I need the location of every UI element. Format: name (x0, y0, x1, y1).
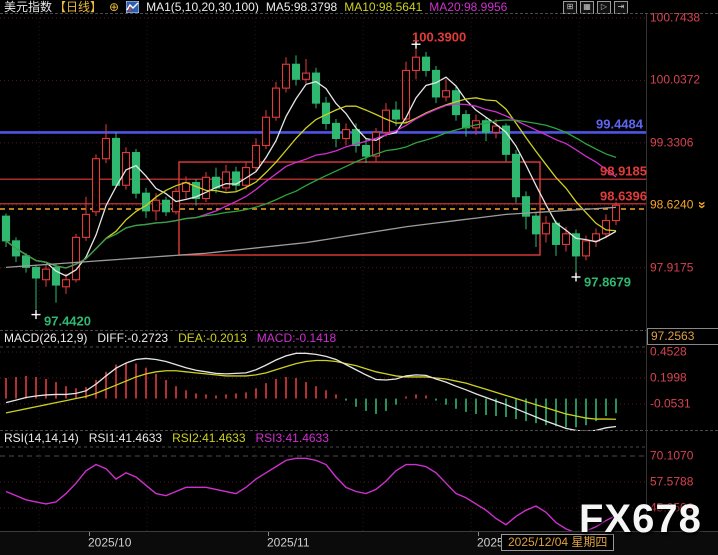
main-chart-pane[interactable] (0, 14, 646, 330)
crosshair-price-box: 97.2563 (647, 328, 718, 345)
rsi-title: RSI(14,14,14) (4, 431, 79, 445)
macd-macd-value: MACD:-0.1418 (257, 331, 336, 345)
price-axis-border (646, 14, 647, 531)
macd-pane[interactable] (0, 346, 646, 430)
ma5-value: MA5:98.3798 (266, 0, 337, 14)
macd-title: MACD(26,12,9) (4, 331, 87, 345)
rsi-header: RSI(14,14,14) RSI1:41.4633 RSI2:41.4633 … (4, 431, 329, 445)
macd-diff-value: DIFF:-0.2723 (97, 331, 168, 345)
watermark-logo: FX678 (579, 497, 702, 542)
symbol-name: 美元指数 (4, 0, 52, 14)
current-price-marker-icon: » (695, 201, 711, 207)
rsi-pane[interactable] (0, 446, 646, 531)
rsi2-value: RSI2:41.4633 (172, 431, 245, 445)
macd-header: MACD(26,12,9) DIFF:-0.2723 DEA:-0.2013 M… (4, 331, 336, 345)
rsi1-value: RSI1:41.4633 (89, 431, 162, 445)
period-label: 【日线】 (54, 0, 102, 14)
chart-type-icon[interactable] (126, 1, 139, 13)
chart-application: 美元指数【日线】 ⊕ MA1(5,10,20,30,100) MA5:98.37… (0, 0, 718, 555)
ma-settings-label: MA1(5,10,20,30,100) (146, 0, 259, 14)
ma20-value: MA20:98.9956 (429, 0, 507, 14)
rsi3-value: RSI3:41.4633 (256, 431, 329, 445)
ma10-value: MA10:98.5641 (344, 0, 422, 14)
macd-dea-value: DEA:-0.2013 (178, 331, 247, 345)
add-favorite-icon[interactable]: ⊕ (109, 0, 119, 14)
